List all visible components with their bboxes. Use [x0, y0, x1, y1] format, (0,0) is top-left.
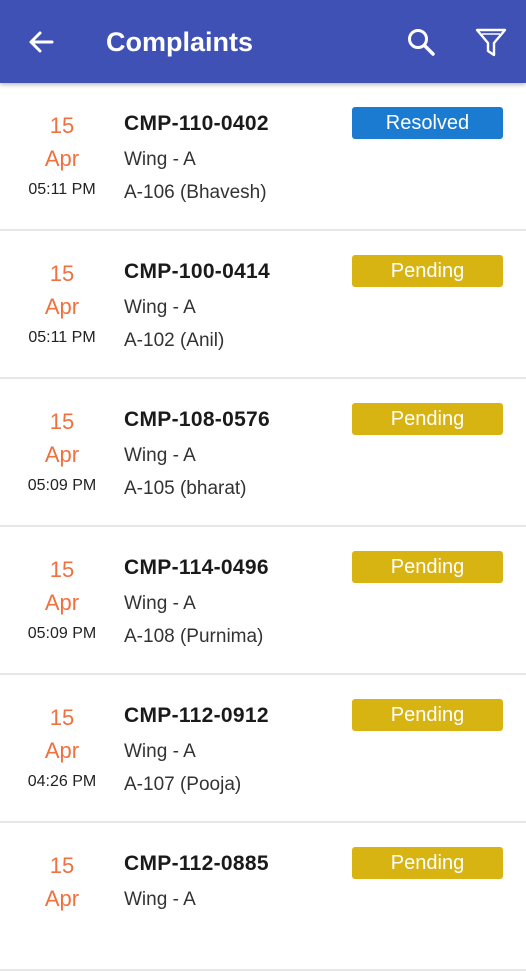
date-month: Apr — [44, 294, 80, 319]
filter-icon[interactable] — [474, 26, 508, 60]
wing-label: Wing - A — [124, 149, 196, 170]
wing-label: Wing - A — [124, 889, 196, 910]
complaint-card[interactable]: 15 Apr 04:26 PM CMP-112-0912 Wing - A A-107 (… — [0, 675, 526, 823]
complaints-list: 15 Apr 05:11 PM CMP-110-0402 Wing - A A-106 (… — [0, 83, 526, 971]
status-badge: Pending — [352, 551, 503, 583]
search-icon[interactable] — [405, 26, 437, 58]
status-badge: Resolved — [352, 107, 503, 139]
complaint-code: CMP-100-0414 — [124, 260, 271, 283]
date-month: Apr — [44, 590, 80, 615]
complaint-code: CMP-110-0402 — [124, 112, 269, 135]
date-day: 15 — [49, 705, 75, 730]
unit-label: A-105 (bharat) — [124, 478, 247, 499]
unit-label: A-107 (Pooja) — [124, 774, 242, 795]
arrow-back-icon[interactable] — [27, 28, 55, 56]
complaint-code: CMP-108-0576 — [124, 408, 271, 431]
date-time: 05:11 PM — [28, 181, 96, 198]
date-day: 15 — [49, 261, 75, 286]
date-month: Apr — [44, 146, 80, 171]
complaint-card[interactable]: 15 Apr 05:09 PM CMP-114-0496 Wing - A A-108 (… — [0, 527, 526, 675]
status-badge: Pending — [352, 255, 503, 287]
date-day: 15 — [49, 113, 75, 138]
date-time: 05:11 PM — [28, 329, 96, 346]
date-day: 15 — [49, 557, 75, 582]
wing-label: Wing - A — [124, 741, 196, 762]
wing-label: Wing - A — [124, 593, 196, 614]
date-month: Apr — [44, 738, 80, 763]
date-day: 15 — [49, 853, 75, 878]
status-badge: Pending — [352, 847, 503, 879]
date-time: 04:26 PM — [27, 773, 97, 790]
wing-label: Wing - A — [124, 445, 196, 466]
date-month: Apr — [44, 442, 80, 467]
complaint-card[interactable]: 15 Apr 05:11 PM CMP-100-0414 Wing - A A-102 (… — [0, 231, 526, 379]
wing-label: Wing - A — [124, 297, 196, 318]
complaint-code: CMP-112-0885 — [124, 852, 269, 875]
page-title: Complaints — [106, 27, 254, 57]
complaint-card[interactable]: 15 Apr CMP-112-0885 Wing - A Pending — [0, 823, 526, 971]
status-badge: Pending — [352, 403, 503, 435]
complaint-code: CMP-114-0496 — [124, 556, 269, 579]
date-time: 05:09 PM — [27, 625, 97, 642]
complaint-card[interactable]: 15 Apr 05:09 PM CMP-108-0576 Wing - A A-105 (… — [0, 379, 526, 527]
status-badge: Pending — [352, 699, 503, 731]
date-day: 15 — [49, 409, 75, 434]
unit-label: A-108 (Purnima) — [124, 626, 264, 647]
app-bar: Complaints — [0, 0, 526, 83]
unit-label: A-102 (Anil) — [124, 330, 225, 351]
complaint-code: CMP-112-0912 — [124, 704, 269, 727]
unit-label: A-106 (Bhavesh) — [124, 182, 267, 203]
date-month: Apr — [44, 886, 80, 911]
date-time: 05:09 PM — [27, 477, 97, 494]
complaint-card[interactable]: 15 Apr 05:11 PM CMP-110-0402 Wing - A A-106 (… — [0, 83, 526, 231]
